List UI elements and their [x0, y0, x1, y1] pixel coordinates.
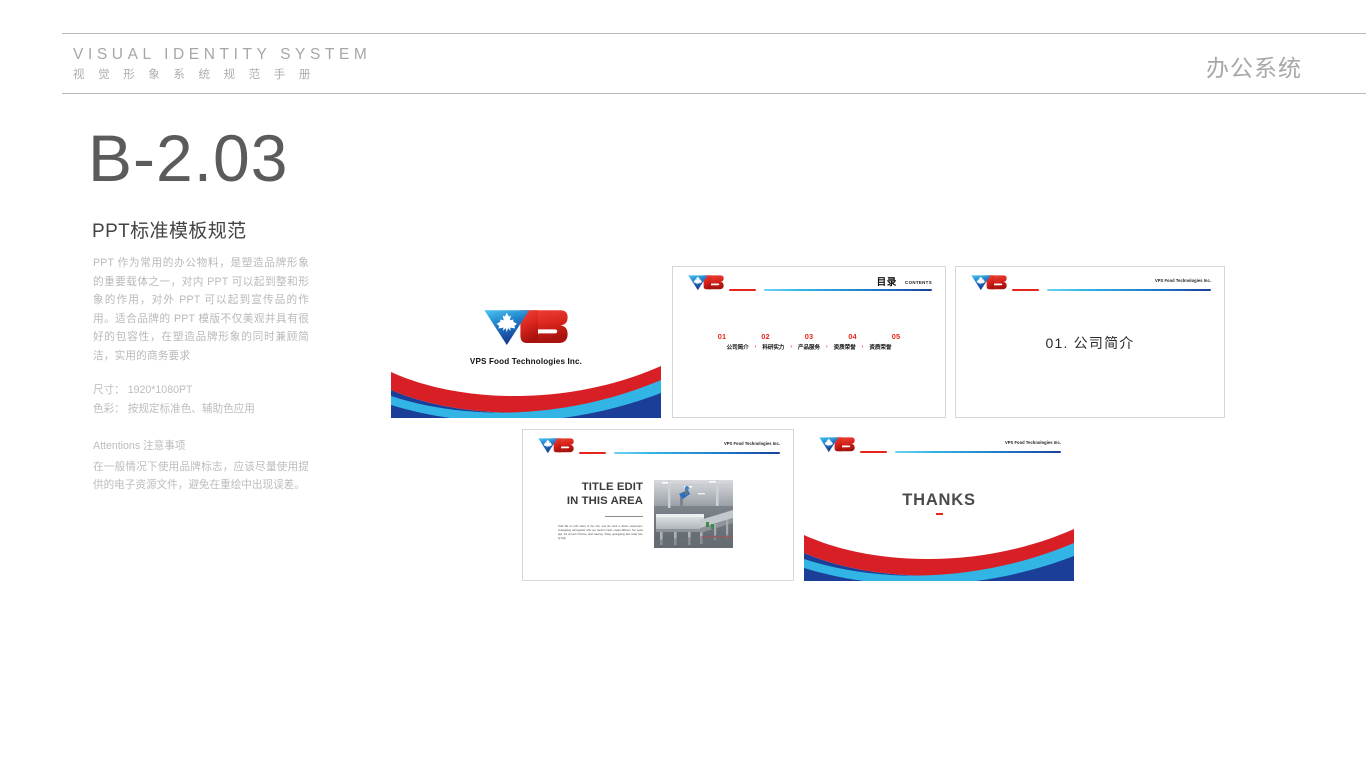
thanks-slide[interactable]: VPS Food Technologies Inc. THANKS [804, 429, 1074, 581]
content-title-divider [605, 516, 643, 517]
header-title-en: VISUAL IDENTITY SYSTEM [73, 46, 372, 63]
section-title: 01. 公司简介 [1045, 335, 1135, 351]
chevron-right-icon: › [790, 344, 792, 350]
header-gradient-rule [895, 451, 1061, 454]
cover-slide[interactable]: VPS Food Technologies Inc. [391, 266, 661, 418]
header-gradient-rule [764, 289, 932, 292]
brand-wave-graphic [804, 523, 1074, 581]
page-code: B-2.03 [88, 121, 289, 195]
header-title-block: VISUAL IDENTITY SYSTEM 视 觉 形 象 系 统 规 范 手… [73, 46, 371, 84]
header-red-rule [729, 289, 756, 292]
contents-item-label[interactable]: 资质荣誉 [830, 343, 859, 351]
vps-logo-icon [537, 437, 575, 454]
contents-number-row: 01 02 03 04 05 [673, 332, 945, 341]
header-bottom-rule [62, 93, 1366, 94]
contents-item-label[interactable]: 公司简介 [723, 343, 752, 351]
factory-photo [654, 480, 733, 548]
chevron-right-icon: › [861, 344, 864, 350]
spec-size: 尺寸： 1920*1080PT [93, 384, 193, 396]
contents-number: 05 [891, 332, 901, 341]
contents-number: 01 [717, 332, 727, 341]
vps-logo-icon [482, 307, 570, 347]
slide-header-company: VPS Food Technologies Inc. [1154, 278, 1211, 283]
vps-logo-icon [687, 274, 725, 291]
attentions-body: 在一般情况下使用品牌标志，应该尽量使用提供的电子资源文件，避免在重绘中出现误差。 [93, 460, 309, 492]
page-title: PPT标准模板规范 [92, 221, 247, 242]
contents-number: 04 [848, 332, 857, 341]
thanks-underline-dash [935, 513, 943, 515]
vps-logo-icon [970, 274, 1008, 291]
contents-label-row: 公司简介 › 科研实力 › 产品服务 › 资质荣誉 › 资质荣誉 [673, 343, 945, 351]
brand-wave-graphic [391, 360, 661, 418]
header-section-label: 办公系统 [1206, 55, 1302, 81]
chevron-right-icon: › [754, 344, 757, 350]
content-title-line1: TITLE EDIT [581, 481, 643, 493]
content-title-line2: IN THIS AREA [566, 494, 643, 507]
content-body-text: Tidal flat on both sides of the rich, an… [558, 525, 643, 541]
contents-title-cn: 目录 [876, 277, 897, 288]
attentions-heading: Attentions 注意事项 [93, 440, 186, 452]
content-slide[interactable]: VPS Food Technologies Inc. TITLE EDIT IN… [522, 429, 794, 581]
header-red-rule [860, 451, 887, 454]
section-divider-slide[interactable]: VPS Food Technologies Inc. 01. 公司简介 [955, 266, 1225, 418]
contents-number: 02 [761, 332, 770, 341]
description-paragraph: PPT 作为常用的办公物料，是塑造品牌形象的重要载体之一，对内 PPT 可以起到… [93, 257, 309, 362]
contents-item-label[interactable]: 产品服务 [795, 343, 824, 351]
contents-item-label[interactable]: 资质荣誉 [866, 343, 895, 351]
spec-color: 色彩： 按规定标准色、辅助色应用 [93, 402, 255, 415]
content-title: TITLE EDIT IN THIS AREA [551, 481, 643, 508]
header-gradient-rule [614, 452, 780, 455]
slide-header-company: VPS Food Technologies Inc. [723, 441, 780, 446]
contents-slide[interactable]: 目录 CONTENTS 01 02 03 04 05 公司简介 › 科研实力 ›… [672, 266, 946, 418]
chevron-right-icon: › [826, 344, 828, 350]
contents-number: 03 [804, 332, 814, 341]
vi-manual-page: VISUAL IDENTITY SYSTEM 视 觉 形 象 系 统 规 范 手… [0, 0, 1366, 768]
header-gradient-rule [1047, 289, 1211, 292]
header-red-rule [1012, 289, 1039, 292]
vps-logo-icon [818, 436, 856, 453]
contents-title-en: CONTENTS [905, 280, 932, 285]
header-title-cn: 视 觉 形 象 系 统 规 范 手 册 [73, 69, 316, 81]
contents-item-label[interactable]: 科研实力 [759, 343, 788, 351]
spec-block: 尺寸： 1920*1080PT 色彩： 按规定标准色、辅助色应用 [93, 381, 323, 418]
header-red-rule [579, 452, 606, 455]
thanks-text: THANKS [902, 491, 976, 509]
header-top-rule [62, 33, 1366, 34]
attentions-block: Attentions 注意事项 在一般情况下使用品牌标志，应该尽量使用提供的电子… [93, 437, 309, 495]
slide-header-company: VPS Food Technologies Inc. [1004, 440, 1061, 445]
